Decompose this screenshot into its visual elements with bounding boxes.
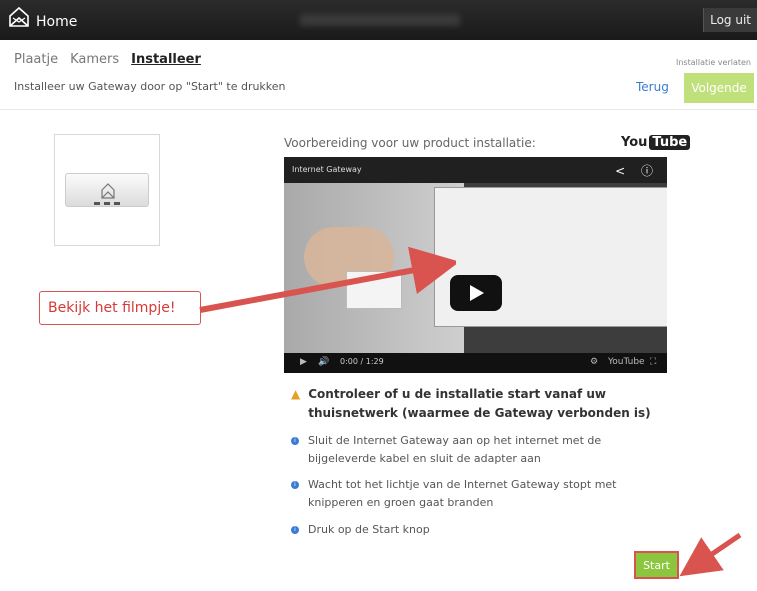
volume-icon[interactable]: 🔊 xyxy=(318,357,329,367)
video-controls: ▶ 🔊 0:00 / 1:29 ⚙ YouTube ⛶ xyxy=(284,353,667,373)
video-header: Internet Gateway < ⓘ xyxy=(284,157,667,183)
warning-text: Controleer of u de installatie start van… xyxy=(308,387,651,420)
fullscreen-icon[interactable]: ⛶ xyxy=(650,357,656,367)
home-logo-icon xyxy=(8,6,30,32)
leave-installation-link[interactable]: Installatie verlaten xyxy=(676,58,751,67)
redacted-text xyxy=(300,14,460,26)
start-arrow-icon xyxy=(679,532,742,577)
step-text: Druk op de Start knop xyxy=(308,523,430,536)
app-title: Home xyxy=(36,14,78,30)
info-icon: i xyxy=(291,437,299,445)
callout-label: Bekijk het filmpje! xyxy=(39,291,201,325)
gateway-device xyxy=(65,173,149,207)
tab-installeer[interactable]: Installeer xyxy=(131,52,201,67)
video-title[interactable]: Internet Gateway xyxy=(292,165,362,174)
info-icon: i xyxy=(291,481,299,489)
step-item: i Druk op de Start knop xyxy=(291,521,651,539)
tab-plaatje[interactable]: Plaatje xyxy=(14,52,58,67)
info-icon: i xyxy=(291,526,299,534)
callout-arrow-icon xyxy=(199,246,456,313)
top-bar: Home Log uit xyxy=(0,0,757,40)
step-text: Wacht tot het lichtje van de Internet Ga… xyxy=(308,478,617,509)
warning-icon: ▲ xyxy=(291,387,301,401)
logout-button[interactable]: Log uit xyxy=(703,8,757,32)
youtube-small-logo[interactable]: YouTube xyxy=(608,357,645,367)
video-section-title: Voorbereiding voor uw product installati… xyxy=(284,136,536,150)
share-info-icons[interactable]: < ⓘ xyxy=(615,162,659,179)
step-item: i Sluit de Internet Gateway aan op het i… xyxy=(291,432,651,468)
play-icon[interactable] xyxy=(450,275,502,311)
youtube-logo: You Tube xyxy=(621,135,691,150)
start-button[interactable]: Start xyxy=(634,551,679,579)
back-link[interactable]: Terug xyxy=(636,80,669,94)
settings-icon[interactable]: ⚙ xyxy=(590,357,598,367)
next-button[interactable]: Volgende xyxy=(684,73,754,103)
brand[interactable]: Home xyxy=(8,6,77,32)
warning-item: ▲ Controleer of u de installatie start v… xyxy=(291,385,651,423)
tab-kamers[interactable]: Kamers xyxy=(70,52,119,67)
divider xyxy=(0,109,757,110)
instruction-text: Installeer uw Gateway door op "Start" te… xyxy=(14,80,286,93)
step-text: Sluit de Internet Gateway aan op het int… xyxy=(308,434,602,465)
youtube-tube-text: Tube xyxy=(649,135,691,150)
youtube-you-text: You xyxy=(621,135,648,150)
subnav: Plaatje Kamers Installeer xyxy=(14,52,201,67)
step-item: i Wacht tot het lichtje van de Internet … xyxy=(291,476,651,512)
play-small-icon[interactable]: ▶ xyxy=(300,357,307,367)
video-time: 0:00 / 1:29 xyxy=(340,357,384,366)
gateway-logo-icon xyxy=(94,183,120,205)
product-image xyxy=(54,134,160,246)
